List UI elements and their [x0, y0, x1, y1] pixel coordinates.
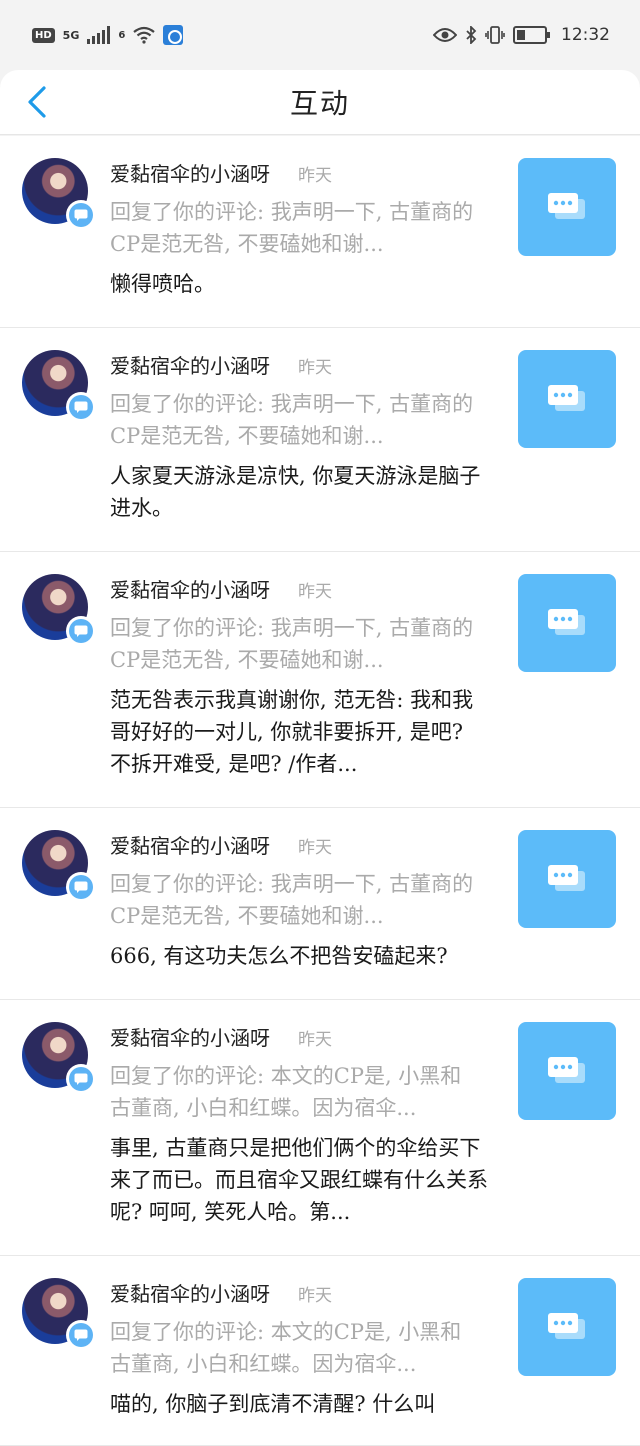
back-button[interactable]	[22, 84, 52, 120]
chat-bubble-icon	[69, 395, 93, 419]
avatar[interactable]	[22, 1278, 96, 1350]
message-thumbnail[interactable]	[518, 158, 616, 256]
user-name[interactable]: 爱黏宿伞的小涵呀	[110, 574, 270, 603]
message-icon	[548, 1313, 585, 1339]
status-bar: HD 5G 6 12:32	[0, 0, 640, 70]
app-notification-icon	[163, 25, 184, 45]
quoted-comment: 回复了你的评论: 本文的CP是, 小黑和古董商, 小白和红蝶。因为宿伞...	[110, 1064, 462, 1120]
battery-icon	[513, 26, 550, 44]
user-name[interactable]: 爱黏宿伞的小涵呀	[110, 350, 270, 379]
message-thumbnail[interactable]	[518, 350, 616, 448]
eye-icon	[433, 28, 457, 42]
message-thumbnail[interactable]	[518, 1022, 616, 1120]
interaction-list: 爱黏宿伞的小涵呀 昨天 回复了你的评论: 我声明一下, 古董商的CP是范无咎, …	[0, 136, 640, 1446]
message-thumbnail[interactable]	[518, 574, 616, 672]
timestamp: 昨天	[298, 582, 332, 602]
chat-bubble-icon	[69, 1323, 93, 1347]
timestamp: 昨天	[298, 838, 332, 858]
message-icon	[548, 385, 585, 411]
signal-icon	[87, 26, 111, 44]
clock: 12:32	[561, 25, 610, 45]
chat-bubble-icon	[69, 875, 93, 899]
timestamp: 昨天	[298, 1030, 332, 1050]
user-name[interactable]: 爱黏宿伞的小涵呀	[110, 158, 270, 187]
quoted-comment: 回复了你的评论: 我声明一下, 古董商的CP是范无咎, 不要磕她和谢...	[110, 200, 474, 256]
user-name[interactable]: 爱黏宿伞的小涵呀	[110, 830, 270, 859]
chat-bubble-icon	[69, 619, 93, 643]
message-icon	[548, 865, 585, 891]
list-item[interactable]: 爱黏宿伞的小涵呀 昨天 回复了你的评论: 我声明一下, 古董商的CP是范无咎, …	[0, 808, 640, 1000]
comment-badge	[66, 1320, 96, 1350]
chat-bubble-icon	[69, 203, 93, 227]
list-item[interactable]: 爱黏宿伞的小涵呀 昨天 回复了你的评论: 我声明一下, 古董商的CP是范无咎, …	[0, 328, 640, 552]
network-type: 5G	[62, 28, 80, 42]
comment-badge	[66, 200, 96, 230]
timestamp: 昨天	[298, 1286, 332, 1306]
quoted-comment: 回复了你的评论: 我声明一下, 古董商的CP是范无咎, 不要磕她和谢...	[110, 872, 474, 928]
bluetooth-icon	[466, 26, 477, 44]
avatar[interactable]	[22, 350, 96, 422]
reply-text: 懒得喷哈。	[110, 272, 215, 296]
timestamp: 昨天	[298, 358, 332, 378]
avatar[interactable]	[22, 574, 96, 646]
list-item[interactable]: 爱黏宿伞的小涵呀 昨天 回复了你的评论: 本文的CP是, 小黑和古董商, 小白和…	[0, 1000, 640, 1256]
comment-badge	[66, 392, 96, 422]
hd-icon: HD	[32, 27, 55, 43]
message-thumbnail[interactable]	[518, 830, 616, 928]
list-item[interactable]: 爱黏宿伞的小涵呀 昨天 回复了你的评论: 我声明一下, 古董商的CP是范无咎, …	[0, 552, 640, 808]
reply-text: 喵的, 你脑子到底清不清醒? 什么叫	[110, 1392, 436, 1416]
user-name[interactable]: 爱黏宿伞的小涵呀	[110, 1022, 270, 1051]
comment-badge	[66, 872, 96, 902]
message-icon	[548, 193, 585, 219]
message-thumbnail[interactable]	[518, 1278, 616, 1376]
list-item[interactable]: 爱黏宿伞的小涵呀 昨天 回复了你的评论: 我声明一下, 古董商的CP是范无咎, …	[0, 136, 640, 328]
comment-badge	[66, 1064, 96, 1094]
reply-text: 人家夏天游泳是凉快, 你夏天游泳是脑子进水。	[110, 464, 481, 520]
message-icon	[548, 609, 585, 635]
chevron-left-icon	[28, 86, 46, 118]
quoted-comment: 回复了你的评论: 我声明一下, 古董商的CP是范无咎, 不要磕她和谢...	[110, 392, 474, 448]
chat-bubble-icon	[69, 1067, 93, 1091]
quoted-comment: 回复了你的评论: 本文的CP是, 小黑和古董商, 小白和红蝶。因为宿伞...	[110, 1320, 462, 1376]
user-name[interactable]: 爱黏宿伞的小涵呀	[110, 1278, 270, 1307]
comment-badge	[66, 616, 96, 646]
avatar[interactable]	[22, 830, 96, 902]
reply-text: 事里, 古董商只是把他们俩个的伞给买下来了而已。而且宿伞又跟红蝶有什么关系呢? …	[110, 1136, 488, 1224]
vibrate-icon	[485, 26, 505, 44]
avatar[interactable]	[22, 1022, 96, 1094]
status-right: 12:32	[433, 25, 610, 45]
wifi-label: 6	[118, 29, 126, 41]
reply-text: 666, 有这功夫怎么不把咎安磕起来?	[110, 944, 448, 968]
wifi-icon	[133, 26, 156, 44]
timestamp: 昨天	[298, 166, 332, 186]
reply-text: 范无咎表示我真谢谢你, 范无咎: 我和我哥好好的一对儿, 你就非要拆开, 是吧?…	[110, 688, 474, 776]
quoted-comment: 回复了你的评论: 我声明一下, 古董商的CP是范无咎, 不要磕她和谢...	[110, 616, 474, 672]
list-item[interactable]: 爱黏宿伞的小涵呀 昨天 回复了你的评论: 本文的CP是, 小黑和古董商, 小白和…	[0, 1256, 640, 1446]
message-icon	[548, 1057, 585, 1083]
status-left: HD 5G 6	[32, 25, 184, 45]
page-title: 互动	[289, 87, 350, 120]
avatar[interactable]	[22, 158, 96, 230]
nav-header: 互动	[0, 70, 640, 134]
